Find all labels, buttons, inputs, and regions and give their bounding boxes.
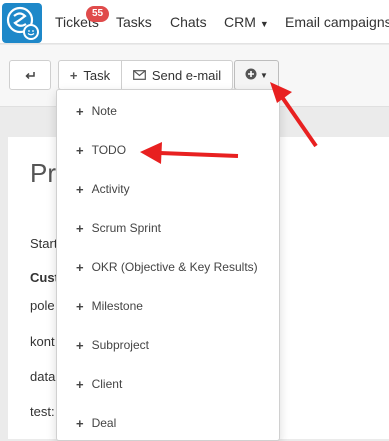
plus-circle-icon <box>245 68 257 83</box>
nav-crm-label: CRM <box>224 14 256 30</box>
back-button[interactable] <box>9 60 51 90</box>
menu-item-milestone[interactable]: + Milestone <box>57 288 279 324</box>
menu-item-label: Client <box>91 377 123 391</box>
field-label: test: <box>30 404 55 419</box>
field-label: Start <box>30 236 58 251</box>
plus-icon: + <box>76 376 84 392</box>
plus-icon: + <box>76 103 84 119</box>
nav-tasks[interactable]: Tasks <box>116 14 152 30</box>
menu-item-todo[interactable]: + TODO <box>57 132 279 168</box>
field-label: data <box>30 369 56 384</box>
plus-icon: + <box>76 220 84 236</box>
plus-icon: + <box>69 67 78 83</box>
menu-item-activity[interactable]: + Activity <box>57 171 279 207</box>
plus-icon: + <box>76 298 84 314</box>
field-label: pole <box>30 298 55 313</box>
field-label: kont <box>30 334 55 349</box>
menu-item-okr[interactable]: + OKR (Objective & Key Results) <box>57 249 279 285</box>
more-actions-dropdown-button[interactable]: ▼ <box>234 60 279 90</box>
envelope-icon <box>132 70 146 80</box>
tickets-count-badge: 55 <box>86 6 110 22</box>
menu-item-subproject[interactable]: + Subproject <box>57 327 279 363</box>
top-navbar: Tickets 55 Tasks Chats CRM ▼ Email campai… <box>0 0 389 44</box>
send-email-button[interactable]: Send e-mail <box>121 60 233 90</box>
menu-item-deal[interactable]: + Deal <box>57 405 279 441</box>
plus-icon: + <box>76 181 84 197</box>
plus-icon: + <box>76 337 84 353</box>
send-email-label: Send e-mail <box>151 67 222 83</box>
menu-item-label: Deal <box>91 416 117 430</box>
field-label: Cust <box>30 270 59 285</box>
nav-crm[interactable]: CRM ▼ <box>224 14 269 30</box>
menu-item-label: OKR (Objective & Key Results) <box>91 260 258 274</box>
nav-chats[interactable]: Chats <box>170 14 207 30</box>
menu-item-label: Scrum Sprint <box>91 221 161 235</box>
add-task-label: Task <box>83 67 111 83</box>
menu-item-label: Subproject <box>91 338 149 352</box>
add-item-dropdown-menu: + Note + TODO + Activity + Scrum Sprint + OKR… <box>56 89 280 441</box>
plus-icon: + <box>76 415 84 431</box>
plus-icon: + <box>76 142 84 158</box>
menu-item-label: Note <box>91 104 117 118</box>
back-icon <box>24 68 36 83</box>
plus-icon: + <box>76 259 84 275</box>
menu-item-note[interactable]: + Note <box>57 93 279 129</box>
app-logo-icon[interactable] <box>2 3 42 43</box>
menu-item-client[interactable]: + Client <box>57 366 279 402</box>
menu-item-label: TODO <box>91 143 127 157</box>
nav-email-campaigns[interactable]: Email campaigns <box>285 14 389 30</box>
menu-item-label: Milestone <box>91 299 143 313</box>
chevron-down-icon: ▼ <box>260 70 268 80</box>
menu-item-scrum-sprint[interactable]: + Scrum Sprint <box>57 210 279 246</box>
add-task-button[interactable]: + Task <box>58 60 122 90</box>
menu-item-label: Activity <box>91 182 130 196</box>
chevron-down-icon: ▼ <box>259 19 269 29</box>
